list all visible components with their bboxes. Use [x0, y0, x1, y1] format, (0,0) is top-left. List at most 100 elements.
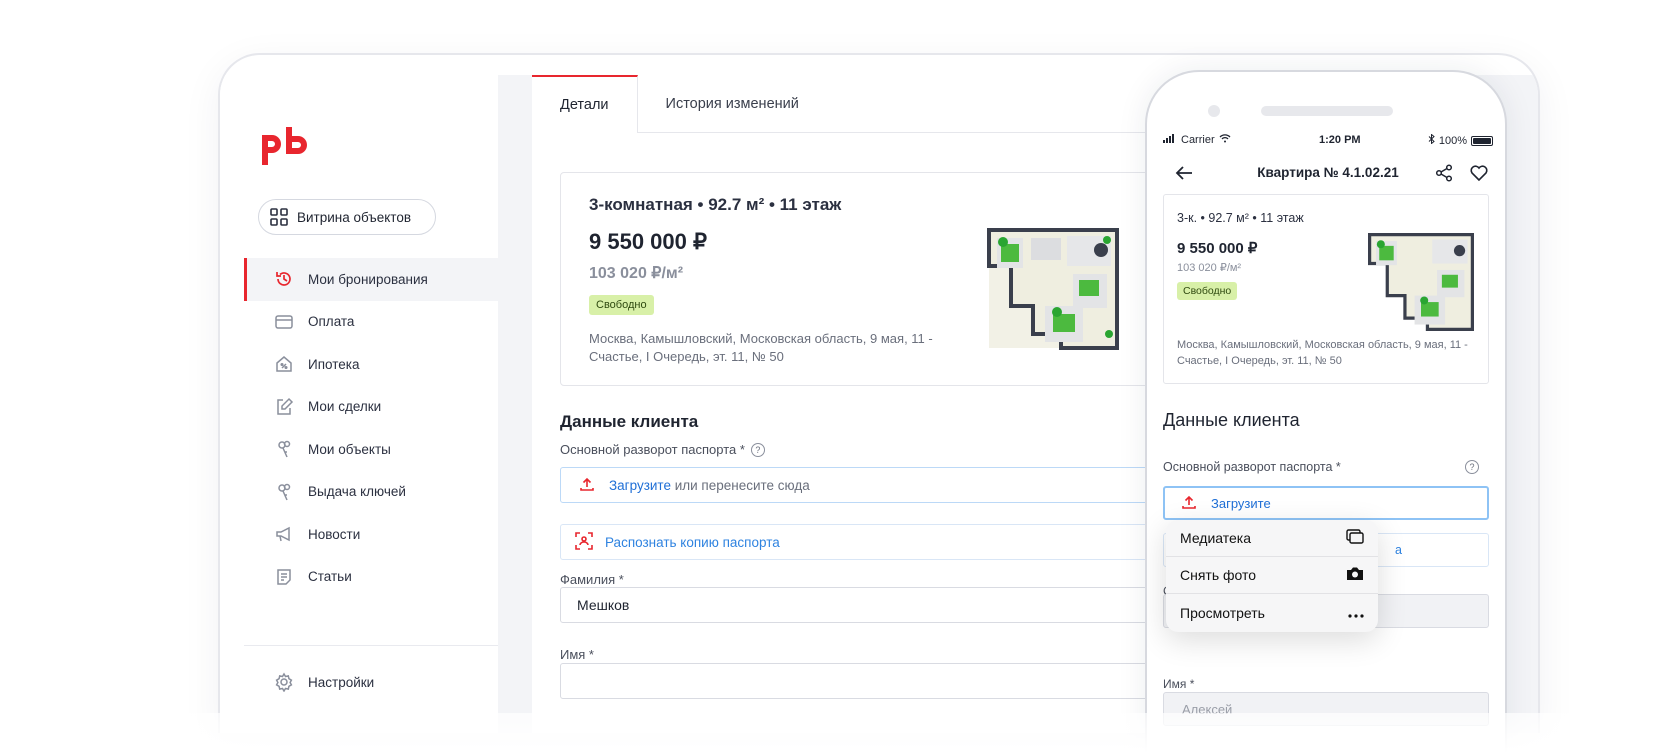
menu-item-label: Медиатека	[1180, 530, 1252, 546]
sidebar-item-label: Новости	[308, 526, 361, 542]
menu-item-take-photo[interactable]: Снять фото	[1166, 557, 1378, 594]
sidebar-settings: Настройки	[244, 661, 498, 704]
phone-navbar: Квартира № 4.1.02.21	[1163, 162, 1493, 188]
upload-icon	[579, 476, 595, 495]
phone-passport-label-text: Основной разворот паспорта *	[1163, 460, 1341, 474]
phone-speaker	[1261, 106, 1393, 116]
sidebar-item-bookings[interactable]: Мои бронирования	[244, 258, 498, 301]
tab-details[interactable]: Детали	[532, 75, 638, 133]
phone-apartment-address: Москва, Камышловский, Московская область…	[1177, 339, 1468, 367]
name-label: Имя *	[560, 647, 594, 662]
sidebar-item-label: Мои бронирования	[308, 271, 428, 287]
details-panel: Детали История изменений 3-комнатная • 9…	[532, 75, 1232, 733]
sidebar-item-mortgage[interactable]: Ипотека	[244, 343, 498, 386]
client-section-title: Данные клиента	[560, 412, 699, 431]
passport-label-text: Основной разворот паспорта *	[560, 442, 745, 457]
menu-item-gallery[interactable]: Медиатека	[1166, 520, 1378, 557]
status-badge: Свободно	[589, 295, 654, 315]
sidebar-nav: Мои бронирования Оплата Ипотека Мои сдел…	[244, 258, 498, 598]
upload-context-menu: Медиатека Снять фото Просмотреть	[1166, 520, 1378, 632]
upload-rest: или перенесите сюда	[670, 477, 810, 493]
sidebar-item-label: Настройки	[308, 674, 375, 690]
bottom-fade	[0, 713, 1680, 753]
camera-icon	[1346, 566, 1364, 584]
heart-icon[interactable]	[1469, 164, 1489, 187]
wifi-icon	[1219, 134, 1231, 146]
apartment-address: Москва, Камышловский, Московская область…	[589, 331, 933, 364]
card-icon	[274, 312, 294, 332]
megaphone-icon	[274, 524, 294, 544]
keys-icon	[274, 482, 294, 502]
battery-text: 100%	[1438, 134, 1467, 147]
recognize-label: Распознать копию паспорта	[605, 534, 780, 550]
sidebar-item-label: Оплата	[308, 314, 355, 330]
phone-status-badge: Свободно	[1177, 282, 1238, 300]
phone-status-bar: Carrier 1:20 PM 100%	[1163, 133, 1493, 148]
carrier-text: Carrier	[1181, 134, 1215, 146]
phone-recognize-tail: а	[1395, 543, 1402, 557]
sidebar-item-label: Выдача ключей	[308, 484, 406, 500]
signal-icon	[1163, 134, 1177, 146]
article-icon	[274, 567, 294, 587]
upload-link[interactable]: Загрузите	[609, 478, 671, 493]
help-icon[interactable]: ?	[750, 442, 765, 457]
surname-label: Фамилия *	[560, 572, 624, 587]
menu-item-label: Просмотреть	[1180, 604, 1265, 621]
phone-passport-label: Основной разворот паспорта * ?	[1163, 460, 1489, 474]
phone-apartment-card[interactable]: 3-к. • 92.7 м² • 11 этаж 9 550 000 ₽ 103…	[1163, 194, 1489, 384]
bluetooth-icon	[1428, 133, 1435, 147]
sidebar-item-objects[interactable]: Мои объекты	[244, 428, 498, 471]
phone-apartment-title: 3-к. • 92.7 м² • 11 этаж	[1177, 211, 1304, 225]
phone-frame: Carrier 1:20 PM 100% Квартира № 4.1.02.2…	[1145, 70, 1507, 753]
sidebar-item-keys[interactable]: Выдача ключей	[244, 471, 498, 514]
gallery-icon	[1346, 528, 1364, 548]
upload-text: Загрузите или перенесите сюда	[609, 478, 810, 493]
brand-logo[interactable]	[258, 125, 314, 167]
showcase-button[interactable]: Витрина объектов	[258, 199, 436, 235]
upload-icon	[1181, 494, 1197, 513]
menu-item-view[interactable]: Просмотреть	[1166, 594, 1378, 631]
mortgage-icon	[274, 354, 294, 374]
keys-icon	[274, 439, 294, 459]
phone-apartment-price-per-m: 103 020 ₽/м²	[1177, 262, 1242, 274]
status-left: Carrier	[1163, 134, 1231, 146]
sidebar-item-label: Статьи	[308, 569, 352, 585]
surname-field[interactable]: Мешков	[560, 587, 1232, 623]
grid-icon	[269, 207, 289, 227]
status-time: 1:20 PM	[1319, 134, 1361, 146]
menu-item-label: Снять фото	[1180, 567, 1257, 583]
apartment-price: 9 550 000 ₽	[589, 229, 707, 254]
stage: Витрина объектов Мои бронирования Оплата…	[0, 0, 1680, 753]
name-field[interactable]	[560, 663, 1232, 699]
showcase-label: Витрина объектов	[297, 209, 411, 225]
tabs: Детали История изменений	[532, 75, 1232, 133]
sidebar-item-settings[interactable]: Настройки	[244, 661, 498, 704]
apartment-card[interactable]: 3-комнатная • 92.7 м² • 11 этаж 9 550 00…	[560, 172, 1232, 386]
help-icon[interactable]: ?	[1465, 460, 1479, 474]
tab-history[interactable]: История изменений	[638, 75, 827, 133]
apartment-price-per-m: 103 020 ₽/м²	[589, 265, 684, 282]
floor-plan-image[interactable]	[987, 228, 1119, 350]
phone-upload-button[interactable]: Загрузите	[1163, 486, 1489, 520]
passport-upload-dropzone[interactable]: Загрузите или перенесите сюда	[560, 467, 1232, 503]
edit-icon	[274, 397, 294, 417]
sidebar-item-label: Мои объекты	[308, 441, 391, 457]
more-icon	[1348, 605, 1364, 621]
sidebar-divider	[244, 645, 498, 646]
sidebar-item-news[interactable]: Новости	[244, 513, 498, 556]
phone-client-section-title: Данные клиента	[1163, 410, 1300, 430]
phone-upload-label: Загрузите	[1211, 495, 1271, 511]
sidebar-item-deals[interactable]: Мои сделки	[244, 386, 498, 429]
gear-icon	[274, 672, 294, 693]
recognize-passport-button[interactable]: Распознать копию паспорта	[560, 524, 1232, 560]
sidebar-item-label: Ипотека	[308, 356, 360, 372]
share-icon[interactable]	[1435, 164, 1453, 187]
scan-icon	[575, 531, 593, 553]
sidebar: Витрина объектов Мои бронирования Оплата…	[220, 75, 498, 733]
sidebar-item-articles[interactable]: Статьи	[244, 556, 498, 599]
sidebar-item-payment[interactable]: Оплата	[244, 301, 498, 344]
status-right: 100%	[1428, 133, 1493, 147]
phone-floor-plan-image[interactable]	[1368, 233, 1474, 331]
sidebar-item-label: Мои сделки	[308, 399, 382, 415]
phone-apartment-price: 9 550 000 ₽	[1177, 240, 1258, 257]
